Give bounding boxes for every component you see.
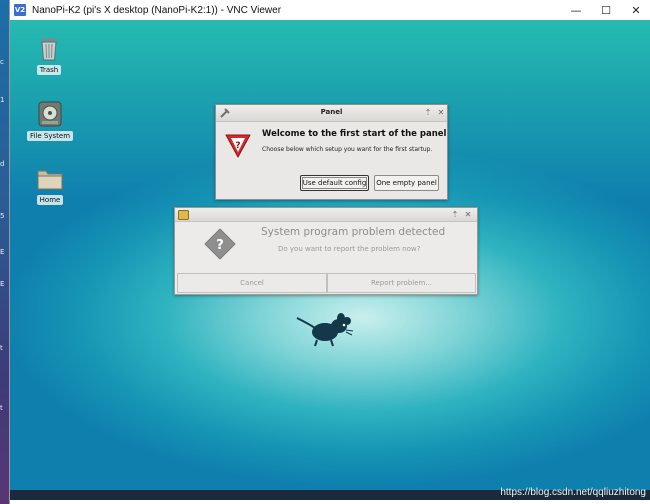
dialog-close-button[interactable]: ✕: [436, 108, 446, 118]
question-diamond-icon: ?: [204, 228, 236, 260]
warning-icon: ?: [225, 134, 251, 158]
dialog-message: Choose below which setup you want for th…: [262, 146, 433, 153]
maximize-icon: ☐: [601, 3, 611, 17]
window-title: NanoPi-K2 (pi's X desktop (NanoPi-K2:1))…: [32, 4, 282, 16]
watermark-text: https://blog.csdn.net/qqliuzhitong: [500, 487, 646, 498]
host-mark: t: [0, 344, 3, 352]
minimize-button[interactable]: —: [561, 0, 591, 20]
dialog-message: Do you want to report the problem now?: [278, 245, 421, 253]
dialog-title: Panel: [320, 108, 343, 116]
hard-drive-icon: [38, 101, 62, 127]
vnc-logo-icon: V2: [14, 4, 26, 16]
close-button[interactable]: ✕: [621, 0, 650, 20]
host-mark: t: [0, 404, 3, 412]
dialog-close-button[interactable]: ✕: [463, 210, 473, 220]
dialog-titlebar[interactable]: ⇡ ✕: [175, 208, 477, 222]
problem-dialog: ⇡ ✕ ? System program problem detected Do…: [174, 207, 478, 295]
cancel-button[interactable]: Cancel: [177, 273, 327, 293]
panel-dialog: Panel ⇡ ✕ ? Welcome to the first start o…: [215, 104, 448, 200]
dialog-shade-button[interactable]: ⇡: [450, 210, 460, 220]
host-mark: c: [0, 58, 4, 66]
desktop-icon-trash[interactable]: Trash: [27, 34, 71, 75]
maximize-button[interactable]: ☐: [591, 0, 621, 20]
svg-text:?: ?: [216, 238, 224, 253]
host-mark: E: [0, 280, 5, 288]
folder-icon: [37, 170, 63, 190]
host-mark: d: [0, 160, 5, 168]
dialog-heading: Welcome to the first start of the panel: [262, 129, 447, 139]
use-default-config-button[interactable]: Use default config: [300, 175, 369, 191]
remote-desktop[interactable]: Trash File System Home Panel ⇡ ✕ ? Welco…: [10, 20, 650, 500]
dialog-titlebar[interactable]: Panel ⇡ ✕: [216, 105, 447, 122]
vnc-viewer-window: V2 NanoPi-K2 (pi's X desktop (NanoPi-K2:…: [9, 0, 650, 504]
one-empty-panel-button[interactable]: One empty panel: [374, 175, 439, 191]
trash-icon: [41, 38, 57, 61]
report-problem-button[interactable]: Report problem...: [327, 273, 476, 293]
host-mark: 5: [0, 212, 5, 220]
xfce-mouse-logo: [296, 313, 354, 347]
desktop-icon-label: Trash: [36, 65, 62, 75]
host-mark: E: [0, 248, 5, 256]
desktop-icon-label: File System: [26, 131, 74, 141]
minimize-icon: —: [570, 3, 582, 17]
desktop-icon-home[interactable]: Home: [28, 166, 72, 205]
dialog-heading: System program problem detected: [261, 226, 446, 238]
desktop-icon-label: Home: [36, 195, 64, 205]
crash-report-icon: [178, 210, 189, 220]
host-mark: 1: [0, 96, 5, 104]
desktop-icon-file-system[interactable]: File System: [26, 100, 74, 141]
svg-text:?: ?: [235, 141, 240, 151]
host-desktop-strip: c 1 d 5 E E t t: [0, 0, 9, 504]
window-titlebar[interactable]: V2 NanoPi-K2 (pi's X desktop (NanoPi-K2:…: [10, 0, 650, 20]
dialog-shade-button[interactable]: ⇡: [423, 108, 433, 118]
close-icon: ✕: [631, 3, 641, 17]
